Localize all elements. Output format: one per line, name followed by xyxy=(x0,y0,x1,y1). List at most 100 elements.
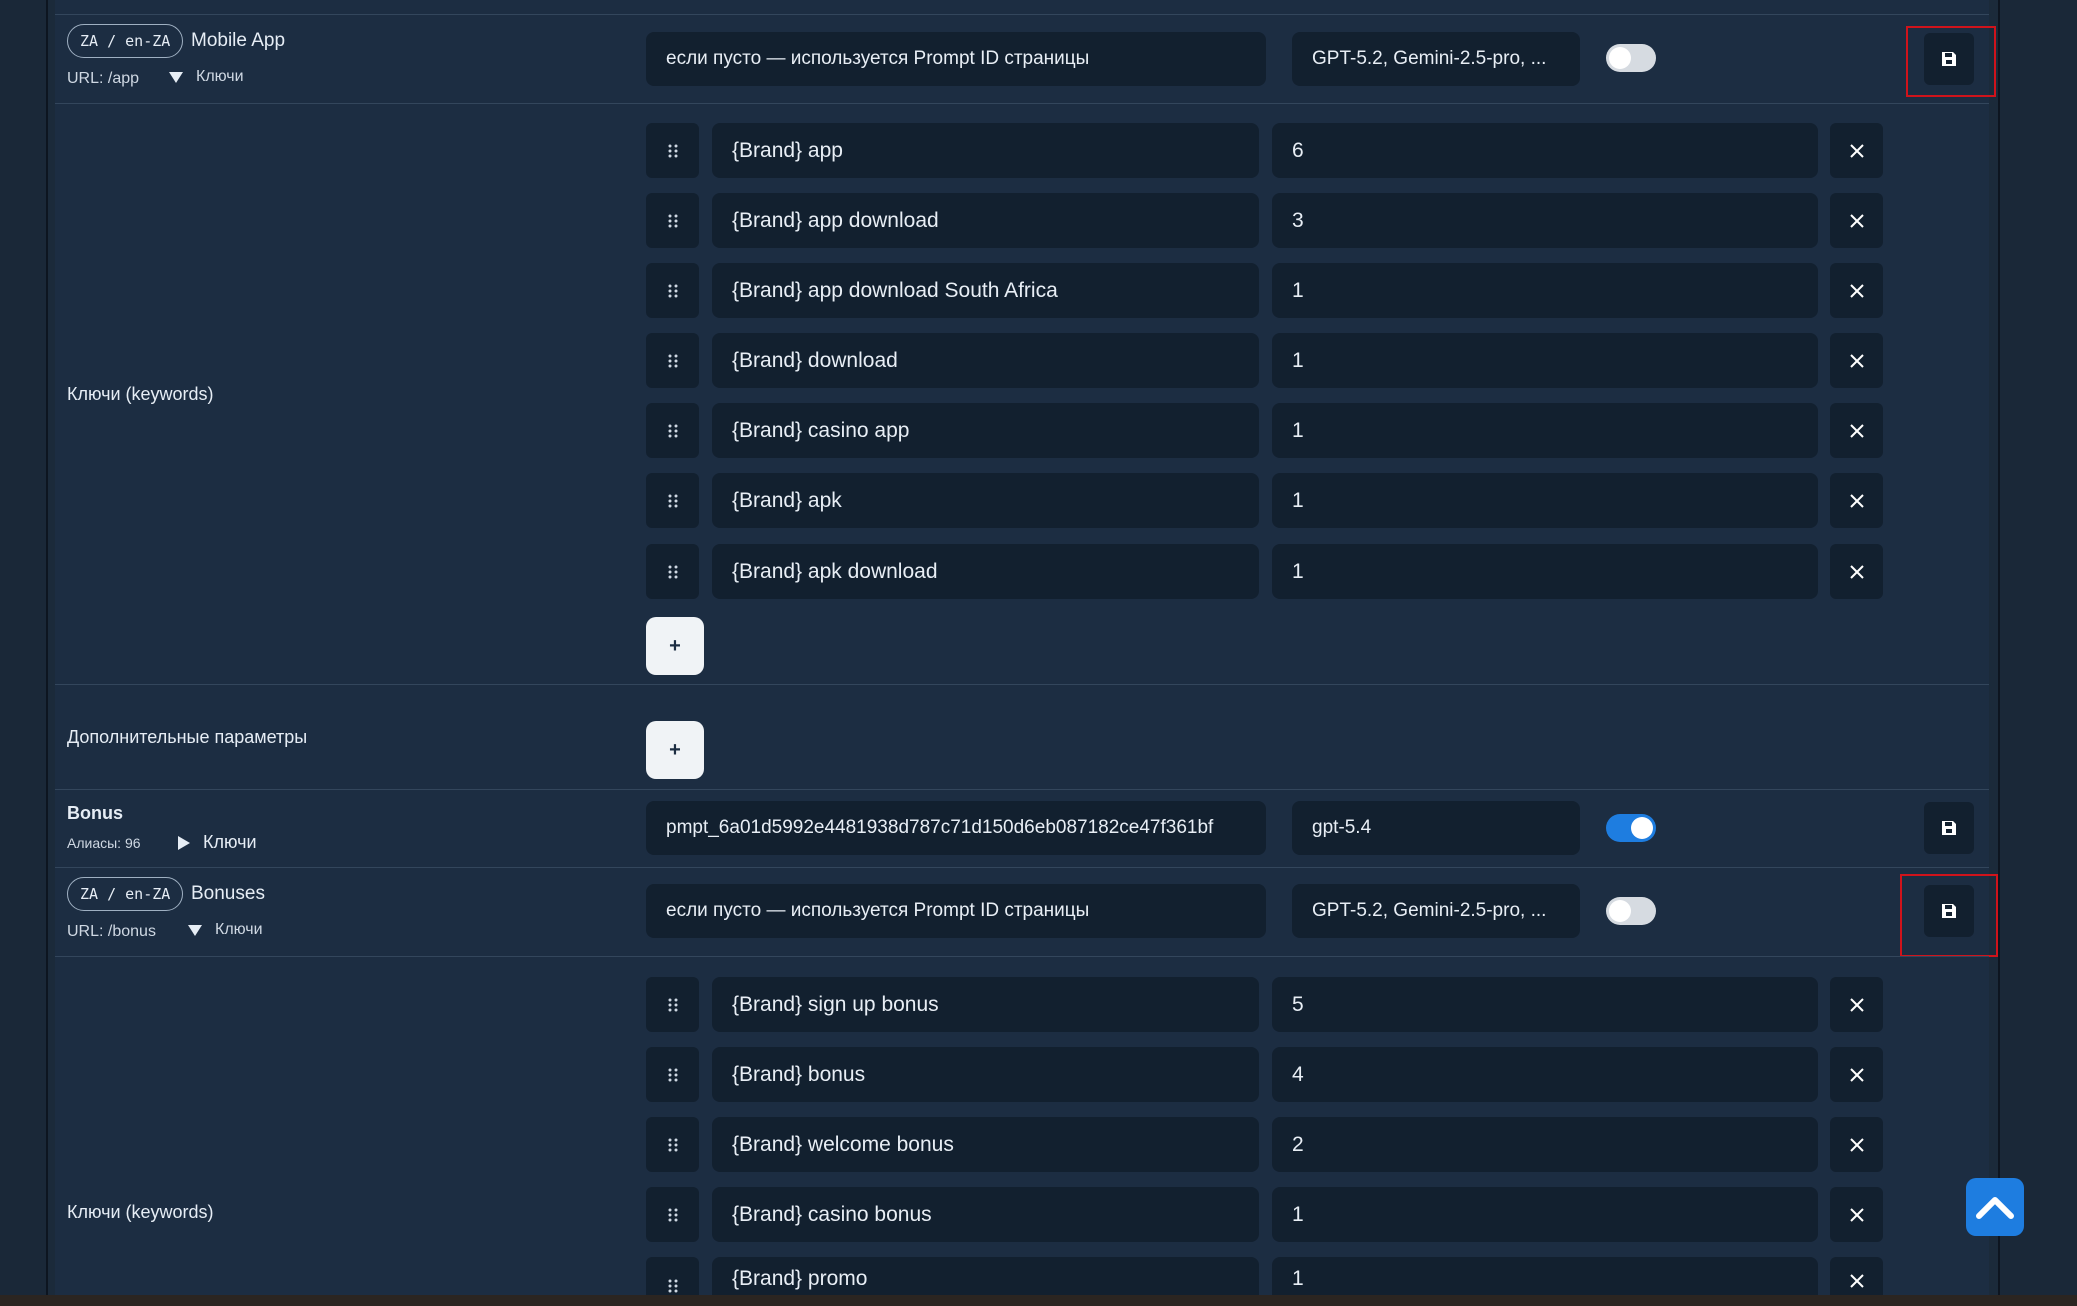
remove-keyword-button[interactable] xyxy=(1830,1047,1883,1102)
prompt-id-input[interactable]: pmpt_6a01d5992e4481938d787c71d150d6eb087… xyxy=(646,801,1266,855)
close-icon xyxy=(1849,1137,1864,1152)
keyword-input[interactable]: {Brand} promo xyxy=(712,1257,1259,1295)
divider xyxy=(55,14,1989,15)
drag-handle[interactable] xyxy=(646,977,699,1032)
drag-handle-icon xyxy=(668,424,677,437)
group-title: Bonus xyxy=(67,803,123,823)
page-url: URL: /bonus xyxy=(67,923,156,940)
remove-keyword-button[interactable] xyxy=(1830,263,1883,318)
remove-keyword-button[interactable] xyxy=(1830,1257,1883,1295)
keyword-input[interactable]: {Brand} app xyxy=(712,123,1259,178)
keys-toggle-label: Ключи xyxy=(215,921,263,938)
drag-handle-icon xyxy=(668,354,677,367)
highlight-box xyxy=(1906,26,1996,97)
drag-handle[interactable] xyxy=(646,544,699,599)
keys-toggle-label: Ключи xyxy=(203,832,257,852)
keyword-weight-input[interactable]: 6 xyxy=(1272,123,1818,178)
enabled-toggle[interactable] xyxy=(1606,44,1656,72)
close-icon xyxy=(1849,1067,1864,1082)
drag-handle-icon xyxy=(668,494,677,507)
divider xyxy=(55,956,1989,957)
drag-handle-icon xyxy=(668,565,677,578)
prompt-id-input[interactable]: если пусто — используется Prompt ID стра… xyxy=(646,884,1266,938)
enabled-toggle[interactable] xyxy=(1606,897,1656,925)
chevron-up-icon xyxy=(1976,1197,2014,1219)
keyword-input[interactable]: {Brand} casino app xyxy=(712,403,1259,458)
close-icon xyxy=(1849,564,1864,579)
keyword-input[interactable]: {Brand} sign up bonus xyxy=(712,977,1259,1032)
triangle-right-icon xyxy=(178,835,190,850)
remove-keyword-button[interactable] xyxy=(1830,403,1883,458)
remove-keyword-button[interactable] xyxy=(1830,333,1883,388)
keyword-weight-input[interactable]: 1 xyxy=(1272,333,1818,388)
remove-keyword-button[interactable] xyxy=(1830,473,1883,528)
drag-handle-icon xyxy=(668,144,677,157)
enabled-toggle[interactable] xyxy=(1606,814,1656,842)
keyword-input[interactable]: {Brand} apk download xyxy=(712,544,1259,599)
keyword-input[interactable]: {Brand} download xyxy=(712,333,1259,388)
drag-handle-icon xyxy=(668,1279,677,1293)
keyword-weight-input[interactable]: 5 xyxy=(1272,977,1818,1032)
drag-handle-icon xyxy=(668,1138,677,1151)
close-icon xyxy=(1849,1207,1864,1222)
keyword-input[interactable]: {Brand} app download xyxy=(712,193,1259,248)
save-button[interactable] xyxy=(1924,802,1974,854)
close-icon xyxy=(1849,423,1864,438)
keyword-weight-input[interactable]: 1 xyxy=(1272,473,1818,528)
keyword-weight-input[interactable]: 1 xyxy=(1272,1187,1818,1242)
prompt-id-input[interactable]: если пусто — используется Prompt ID стра… xyxy=(646,32,1266,86)
triangle-down-icon xyxy=(188,925,202,936)
remove-keyword-button[interactable] xyxy=(1830,193,1883,248)
keyword-weight-input[interactable]: 3 xyxy=(1272,193,1818,248)
models-select[interactable]: GPT-5.2, Gemini-2.5-pro, ... xyxy=(1292,32,1580,86)
drag-handle-icon xyxy=(668,1068,677,1081)
close-icon xyxy=(1849,353,1864,368)
drag-handle[interactable] xyxy=(646,1257,699,1295)
drag-handle[interactable] xyxy=(646,1047,699,1102)
keys-toggle[interactable]: Ключи xyxy=(177,832,257,853)
keywords-label: Ключи (keywords) xyxy=(67,384,214,404)
keyword-input[interactable]: {Brand} casino bonus xyxy=(712,1187,1259,1242)
scroll-to-top-button[interactable] xyxy=(1966,1178,2024,1236)
drag-handle[interactable] xyxy=(646,123,699,178)
keyword-input[interactable]: {Brand} bonus xyxy=(712,1047,1259,1102)
keyword-input[interactable]: {Brand} welcome bonus xyxy=(712,1117,1259,1172)
keyword-weight-input[interactable]: 4 xyxy=(1272,1047,1818,1102)
keyword-weight-input[interactable]: 2 xyxy=(1272,1117,1818,1172)
locale-badge: ZA / en-ZA xyxy=(67,877,184,911)
add-keyword-button[interactable]: + xyxy=(646,617,704,675)
keys-toggle[interactable]: Ключи xyxy=(187,921,263,939)
aliases-count: Алиасы: 96 xyxy=(67,835,141,851)
keys-toggle-label: Ключи xyxy=(196,68,244,85)
extra-params-label: Дополнительные параметры xyxy=(67,727,308,747)
drag-handle[interactable] xyxy=(646,473,699,528)
drag-handle-icon xyxy=(668,998,677,1011)
remove-keyword-button[interactable] xyxy=(1830,1187,1883,1242)
keyword-weight-input[interactable]: 1 xyxy=(1272,544,1818,599)
remove-keyword-button[interactable] xyxy=(1830,977,1883,1032)
drag-handle[interactable] xyxy=(646,193,699,248)
drag-handle[interactable] xyxy=(646,1187,699,1242)
add-param-button[interactable]: + xyxy=(646,721,704,779)
drag-handle[interactable] xyxy=(646,333,699,388)
page-title: Bonuses xyxy=(191,883,265,904)
triangle-down-icon xyxy=(169,72,183,83)
close-icon xyxy=(1849,997,1864,1012)
remove-keyword-button[interactable] xyxy=(1830,1117,1883,1172)
models-select[interactable]: GPT-5.2, Gemini-2.5-pro, ... xyxy=(1292,884,1580,938)
drag-handle[interactable] xyxy=(646,263,699,318)
keyword-weight-input[interactable]: 1 xyxy=(1272,403,1818,458)
drag-handle-icon xyxy=(668,284,677,297)
keys-toggle[interactable]: Ключи xyxy=(168,68,244,86)
model-select[interactable]: gpt-5.4 xyxy=(1292,801,1580,855)
keyword-input[interactable]: {Brand} apk xyxy=(712,473,1259,528)
drag-handle[interactable] xyxy=(646,403,699,458)
remove-keyword-button[interactable] xyxy=(1830,544,1883,599)
keyword-input[interactable]: {Brand} app download South Africa xyxy=(712,263,1259,318)
remove-keyword-button[interactable] xyxy=(1830,123,1883,178)
highlight-box xyxy=(1900,874,1998,957)
drag-handle[interactable] xyxy=(646,1117,699,1172)
divider xyxy=(55,789,1989,790)
keyword-weight-input[interactable]: 1 xyxy=(1272,263,1818,318)
keyword-weight-input[interactable]: 1 xyxy=(1272,1257,1818,1295)
